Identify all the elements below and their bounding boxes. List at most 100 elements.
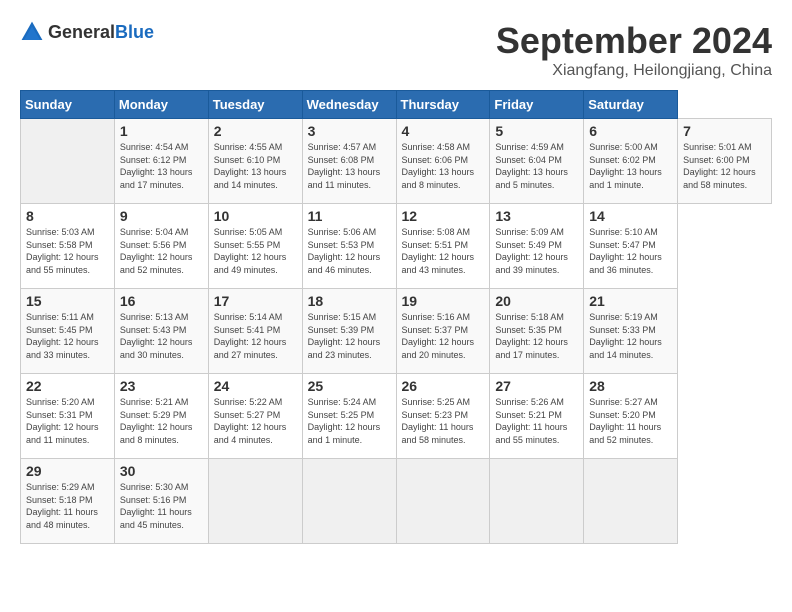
header-monday: Monday bbox=[114, 91, 208, 119]
calendar-cell bbox=[584, 459, 678, 544]
calendar-cell: 13Sunrise: 5:09 AM Sunset: 5:49 PM Dayli… bbox=[490, 204, 584, 289]
day-info: Sunrise: 5:24 AM Sunset: 5:25 PM Dayligh… bbox=[308, 396, 391, 446]
calendar-cell: 24Sunrise: 5:22 AM Sunset: 5:27 PM Dayli… bbox=[208, 374, 302, 459]
day-number: 15 bbox=[26, 293, 109, 309]
week-row-3: 22 Sunrise: 5:20 AM Sunset: 5:31 PM Dayli… bbox=[21, 374, 772, 459]
week-row-2: 15 Sunrise: 5:11 AM Sunset: 5:45 PM Dayli… bbox=[21, 289, 772, 374]
day-info: Sunrise: 5:08 AM Sunset: 5:51 PM Dayligh… bbox=[402, 226, 485, 276]
header-sunday: Sunday bbox=[21, 91, 115, 119]
day-info: Sunrise: 5:06 AM Sunset: 5:53 PM Dayligh… bbox=[308, 226, 391, 276]
day-info: Sunrise: 5:27 AM Sunset: 5:20 PM Dayligh… bbox=[589, 396, 672, 446]
day-info: Sunrise: 4:58 AM Sunset: 6:06 PM Dayligh… bbox=[402, 141, 485, 191]
day-number: 26 bbox=[402, 378, 485, 394]
day-info: Sunrise: 4:55 AM Sunset: 6:10 PM Dayligh… bbox=[214, 141, 297, 191]
day-info: Sunrise: 5:11 AM Sunset: 5:45 PM Dayligh… bbox=[26, 311, 109, 361]
day-number: 18 bbox=[308, 293, 391, 309]
calendar-cell bbox=[396, 459, 490, 544]
month-title: September 2024 bbox=[496, 20, 772, 62]
calendar-cell: 10 Sunrise: 5:05 AM Sunset: 5:55 PM Dayli… bbox=[208, 204, 302, 289]
day-info: Sunrise: 5:22 AM Sunset: 5:27 PM Dayligh… bbox=[214, 396, 297, 446]
day-info: Sunrise: 5:18 AM Sunset: 5:35 PM Dayligh… bbox=[495, 311, 578, 361]
day-info: Sunrise: 5:19 AM Sunset: 5:33 PM Dayligh… bbox=[589, 311, 672, 361]
day-info: Sunrise: 5:04 AM Sunset: 5:56 PM Dayligh… bbox=[120, 226, 203, 276]
calendar-cell: 4Sunrise: 4:58 AM Sunset: 6:06 PM Daylig… bbox=[396, 119, 490, 204]
calendar-cell: 27 Sunrise: 5:26 AM Sunset: 5:21 PM Dayli… bbox=[490, 374, 584, 459]
day-info: Sunrise: 5:30 AM Sunset: 5:16 PM Dayligh… bbox=[120, 481, 203, 531]
day-number: 27 bbox=[495, 378, 578, 394]
calendar-cell: 8Sunrise: 5:03 AM Sunset: 5:58 PM Daylig… bbox=[21, 204, 115, 289]
calendar-cell bbox=[490, 459, 584, 544]
calendar-cell: 2 Sunrise: 4:55 AM Sunset: 6:10 PM Daylig… bbox=[208, 119, 302, 204]
week-row-0: 1 Sunrise: 4:54 AM Sunset: 6:12 PM Daylig… bbox=[21, 119, 772, 204]
day-info: Sunrise: 5:10 AM Sunset: 5:47 PM Dayligh… bbox=[589, 226, 672, 276]
day-number: 11 bbox=[308, 208, 391, 224]
day-info: Sunrise: 4:54 AM Sunset: 6:12 PM Dayligh… bbox=[120, 141, 203, 191]
day-info: Sunrise: 5:26 AM Sunset: 5:21 PM Dayligh… bbox=[495, 396, 578, 446]
calendar-cell bbox=[302, 459, 396, 544]
calendar-cell: 16Sunrise: 5:13 AM Sunset: 5:43 PM Dayli… bbox=[114, 289, 208, 374]
week-row-1: 8Sunrise: 5:03 AM Sunset: 5:58 PM Daylig… bbox=[21, 204, 772, 289]
day-number: 23 bbox=[120, 378, 203, 394]
day-number: 2 bbox=[214, 123, 297, 139]
day-number: 1 bbox=[120, 123, 203, 139]
day-number: 21 bbox=[589, 293, 672, 309]
header-friday: Friday bbox=[490, 91, 584, 119]
location-title: Xiangfang, Heilongjiang, China bbox=[496, 62, 772, 80]
calendar-cell: 19Sunrise: 5:16 AM Sunset: 5:37 PM Dayli… bbox=[396, 289, 490, 374]
day-number: 29 bbox=[26, 463, 109, 479]
day-info: Sunrise: 5:05 AM Sunset: 5:55 PM Dayligh… bbox=[214, 226, 297, 276]
calendar-cell: 20 Sunrise: 5:18 AM Sunset: 5:35 PM Dayli… bbox=[490, 289, 584, 374]
day-number: 22 bbox=[26, 378, 109, 394]
calendar-cell: 12 Sunrise: 5:08 AM Sunset: 5:51 PM Dayli… bbox=[396, 204, 490, 289]
header: GeneralBlue September 2024 Xiangfang, He… bbox=[20, 20, 772, 80]
calendar-cell: 21 Sunrise: 5:19 AM Sunset: 5:33 PM Dayli… bbox=[584, 289, 678, 374]
logo-blue: Blue bbox=[115, 22, 154, 42]
day-number: 14 bbox=[589, 208, 672, 224]
header-saturday: Saturday bbox=[584, 91, 678, 119]
calendar-cell: 3Sunrise: 4:57 AM Sunset: 6:08 PM Daylig… bbox=[302, 119, 396, 204]
day-number: 7 bbox=[683, 123, 766, 139]
logo-general: General bbox=[48, 22, 115, 42]
calendar-cell: 29 Sunrise: 5:29 AM Sunset: 5:18 PM Dayli… bbox=[21, 459, 115, 544]
day-info: Sunrise: 5:21 AM Sunset: 5:29 PM Dayligh… bbox=[120, 396, 203, 446]
calendar-cell: 17 Sunrise: 5:14 AM Sunset: 5:41 PM Dayli… bbox=[208, 289, 302, 374]
day-info: Sunrise: 5:14 AM Sunset: 5:41 PM Dayligh… bbox=[214, 311, 297, 361]
day-info: Sunrise: 5:01 AM Sunset: 6:00 PM Dayligh… bbox=[683, 141, 766, 191]
calendar-cell: 11 Sunrise: 5:06 AM Sunset: 5:53 PM Dayli… bbox=[302, 204, 396, 289]
day-info: Sunrise: 5:15 AM Sunset: 5:39 PM Dayligh… bbox=[308, 311, 391, 361]
calendar-cell: 30 Sunrise: 5:30 AM Sunset: 5:16 PM Dayli… bbox=[114, 459, 208, 544]
calendar-cell bbox=[21, 119, 115, 204]
calendar-cell: 5Sunrise: 4:59 AM Sunset: 6:04 PM Daylig… bbox=[490, 119, 584, 204]
header-wednesday: Wednesday bbox=[302, 91, 396, 119]
day-info: Sunrise: 5:29 AM Sunset: 5:18 PM Dayligh… bbox=[26, 481, 109, 531]
calendar-cell bbox=[208, 459, 302, 544]
calendar-cell: 1 Sunrise: 4:54 AM Sunset: 6:12 PM Daylig… bbox=[114, 119, 208, 204]
header-tuesday: Tuesday bbox=[208, 91, 302, 119]
calendar-cell: 15 Sunrise: 5:11 AM Sunset: 5:45 PM Dayli… bbox=[21, 289, 115, 374]
calendar-cell: 28 Sunrise: 5:27 AM Sunset: 5:20 PM Dayli… bbox=[584, 374, 678, 459]
day-number: 6 bbox=[589, 123, 672, 139]
day-info: Sunrise: 5:16 AM Sunset: 5:37 PM Dayligh… bbox=[402, 311, 485, 361]
day-info: Sunrise: 5:20 AM Sunset: 5:31 PM Dayligh… bbox=[26, 396, 109, 446]
calendar-cell: 9 Sunrise: 5:04 AM Sunset: 5:56 PM Daylig… bbox=[114, 204, 208, 289]
calendar-header-row: SundayMondayTuesdayWednesdayThursdayFrid… bbox=[21, 91, 772, 119]
title-area: September 2024 Xiangfang, Heilongjiang, … bbox=[496, 20, 772, 80]
logo-icon bbox=[20, 20, 44, 44]
day-number: 28 bbox=[589, 378, 672, 394]
day-number: 5 bbox=[495, 123, 578, 139]
day-number: 13 bbox=[495, 208, 578, 224]
header-thursday: Thursday bbox=[396, 91, 490, 119]
day-number: 9 bbox=[120, 208, 203, 224]
day-number: 17 bbox=[214, 293, 297, 309]
day-info: Sunrise: 5:13 AM Sunset: 5:43 PM Dayligh… bbox=[120, 311, 203, 361]
day-number: 20 bbox=[495, 293, 578, 309]
day-info: Sunrise: 5:03 AM Sunset: 5:58 PM Dayligh… bbox=[26, 226, 109, 276]
day-number: 10 bbox=[214, 208, 297, 224]
calendar-cell: 25 Sunrise: 5:24 AM Sunset: 5:25 PM Dayli… bbox=[302, 374, 396, 459]
day-number: 12 bbox=[402, 208, 485, 224]
calendar-cell: 23 Sunrise: 5:21 AM Sunset: 5:29 PM Dayli… bbox=[114, 374, 208, 459]
day-info: Sunrise: 4:57 AM Sunset: 6:08 PM Dayligh… bbox=[308, 141, 391, 191]
calendar-cell: 26Sunrise: 5:25 AM Sunset: 5:23 PM Dayli… bbox=[396, 374, 490, 459]
day-number: 25 bbox=[308, 378, 391, 394]
day-number: 30 bbox=[120, 463, 203, 479]
